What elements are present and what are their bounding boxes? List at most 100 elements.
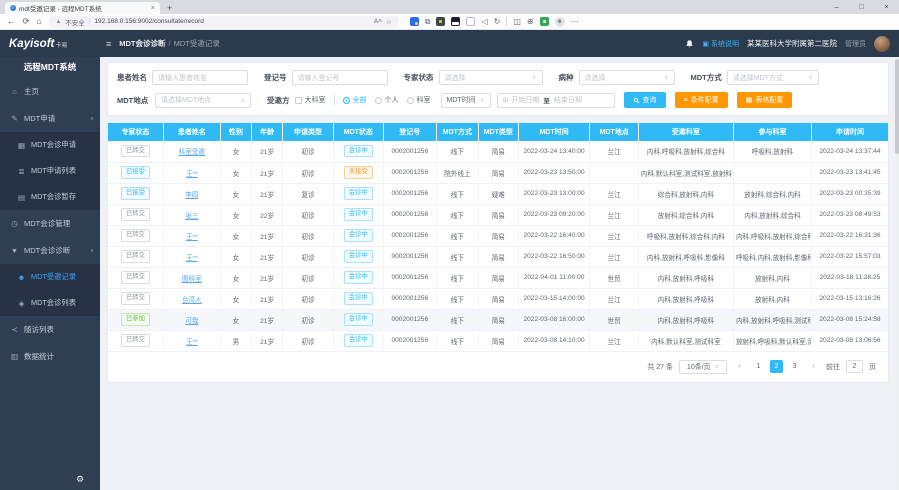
mdt-mode-select[interactable]: 请选择MDT方式∨ xyxy=(727,70,819,85)
dept-checkbox-label[interactable]: 大科室 xyxy=(305,95,326,105)
sidebar-item-mdt-apply-form[interactable]: ▦MDT会诊申请 xyxy=(0,132,100,158)
sidebar-item-mdt-invite-record[interactable]: ☻MDT受邀记录 xyxy=(0,264,100,290)
patient-name-link[interactable]: 科室受邀 xyxy=(179,149,205,156)
expert-status-select[interactable]: 请选择∨ xyxy=(439,70,543,85)
home-icon[interactable]: ⌂ xyxy=(37,17,42,26)
breadcrumb-parent[interactable]: MDT会诊诊断 xyxy=(119,39,165,48)
system-help-link[interactable]: ▣系统说明 xyxy=(702,39,739,49)
radio-department[interactable]: 科室 xyxy=(407,95,431,105)
back-icon[interactable]: ← xyxy=(7,17,16,26)
mdt-location-select[interactable]: 请选择MDT地点∨ xyxy=(155,93,251,108)
mdt-location-label: MDT地点 xyxy=(117,95,150,106)
user-role: 管理员 xyxy=(845,39,866,49)
page-button-2[interactable]: 2 xyxy=(770,360,783,373)
refresh-icon[interactable]: ⟳ xyxy=(23,17,30,26)
split-screen-icon[interactable]: ◫ xyxy=(513,18,521,26)
table-row: 已接受李四女21岁复诊会诊中0002001256线下疑难2022-03-23 1… xyxy=(108,183,888,204)
sidebar-item-mdt-manage[interactable]: ◷MDT会诊管理 xyxy=(0,210,100,237)
patient-name-link[interactable]: 图科室 xyxy=(182,276,202,283)
filter-panel: 患者姓名请输入患者姓名登记号请输入登记号专家状态请选择∨病种请选择∨MDT方式请… xyxy=(107,62,889,116)
sidebar-item-home[interactable]: ⌂主页 xyxy=(0,78,100,105)
sidebar-item-mdt-consult-list[interactable]: ◈MDT会诊列表 xyxy=(0,290,100,316)
page-button-3[interactable]: 3 xyxy=(788,360,801,373)
patient-name-link[interactable]: 王** xyxy=(186,339,198,346)
table-config-button[interactable]: ▦表格配置 xyxy=(737,92,793,108)
extension-icon[interactable] xyxy=(436,17,445,26)
collections-icon[interactable]: ↻ xyxy=(494,18,501,26)
scrollbar[interactable] xyxy=(894,57,899,490)
expert-status-badge: 已转交 xyxy=(121,334,150,346)
column-header: 申请类型 xyxy=(283,123,334,141)
page-button-1[interactable]: 1 xyxy=(752,360,765,373)
patient-name-link[interactable]: 王** xyxy=(186,234,198,241)
browser-menu-icon[interactable]: ⋯ xyxy=(571,18,579,26)
notification-bell-icon[interactable] xyxy=(685,39,694,49)
expert-status-badge: 已转交 xyxy=(121,250,150,262)
favorites-hub-icon[interactable]: ⊕ xyxy=(527,18,534,26)
sidebar-item-mdt-diagnosis[interactable]: ♥MDT会诊诊断∧ xyxy=(0,237,100,264)
patient-name-link[interactable]: 王** xyxy=(186,255,198,262)
expert-status-badge: 已转交 xyxy=(121,145,150,157)
patient-name-link[interactable]: 张三 xyxy=(185,213,198,220)
filter-row-2: MDT地点 请选择MDT地点∨ 受邀方 大科室 全部 个人 科室 MDT时间∨ … xyxy=(117,92,879,108)
date-range-picker[interactable]: ⊞ 开始日期 至 结束日期 xyxy=(497,93,615,108)
prev-page-button[interactable]: ‹ xyxy=(733,360,746,373)
patient-name-link[interactable]: 可我 xyxy=(185,318,198,325)
new-tab-button[interactable]: + xyxy=(167,2,172,14)
next-page-button[interactable]: › xyxy=(807,360,820,373)
user-avatar[interactable] xyxy=(874,36,890,52)
copy-extension-icon[interactable]: ⧉ xyxy=(425,18,431,26)
patient-name-input[interactable]: 请输入患者姓名 xyxy=(152,70,248,85)
disease-select[interactable]: 请选择∨ xyxy=(579,70,675,85)
window-maximize-button[interactable]: □ xyxy=(849,4,874,11)
scrollbar-thumb[interactable] xyxy=(895,59,899,154)
extension-icon[interactable] xyxy=(540,17,549,26)
expert-status-badge: 已转交 xyxy=(121,292,150,304)
sidebar-item-mdt-apply[interactable]: ✎MDT申请∧ xyxy=(0,105,100,132)
chevron-down-icon: ∨ xyxy=(805,74,812,81)
sidebar-item-follow-up-list[interactable]: ≺随访列表 xyxy=(0,316,100,343)
patient-name-link[interactable]: 王** xyxy=(186,171,198,178)
page-size-select[interactable]: 10条/页∨ xyxy=(679,360,727,374)
screen: mdt受邀记录 - 远程MDT系统 × + – □ × ← ⟳ ⌂ ▲ 不安全 … xyxy=(0,0,899,490)
user-icon: ☻ xyxy=(17,273,26,282)
mdt-status-badge: 未接受 xyxy=(344,166,373,178)
extension-icon[interactable] xyxy=(451,17,460,26)
expert-status-label: 专家状态 xyxy=(404,72,434,83)
sidebar-collapse-icon[interactable]: ≡ xyxy=(106,39,111,49)
browser-profile-icon[interactable]: ☻ xyxy=(555,17,565,27)
tab-close-icon[interactable]: × xyxy=(151,5,155,12)
favorite-star-icon[interactable]: ☆ xyxy=(386,18,392,26)
browser-tab[interactable]: mdt受邀记录 - 远程MDT系统 × xyxy=(5,2,160,14)
chart-icon: ▥ xyxy=(10,352,19,361)
sidebar-item-mdt-apply-draft[interactable]: ▤MDT会诊暂存 xyxy=(0,184,100,210)
condition-config-button[interactable]: ≡条件配置 xyxy=(675,92,728,108)
patient-name-link[interactable]: 李四 xyxy=(185,192,198,199)
tab-favicon-icon xyxy=(10,5,16,11)
read-aloud-icon[interactable]: A˄ xyxy=(374,18,382,25)
url-text[interactable]: 192.168.0.156:9002/consultate/record xyxy=(94,18,369,25)
table-row: 已转交张三女22岁初诊会诊中0002001256线下简易2022-03-23 0… xyxy=(108,204,888,225)
radio-all[interactable]: 全部 xyxy=(343,95,367,105)
search-button[interactable]: 查询 xyxy=(624,92,666,108)
mdt-status-badge: 会诊中 xyxy=(344,313,373,325)
window-minimize-button[interactable]: – xyxy=(824,4,849,11)
extension-icon[interactable] xyxy=(410,17,419,26)
share-icon: ≺ xyxy=(10,325,19,334)
total-count: 共 27 条 xyxy=(647,362,673,372)
radio-personal[interactable]: 个人 xyxy=(375,95,399,105)
address-bar[interactable]: ▲ 不安全 | 192.168.0.156:9002/consultate/re… xyxy=(49,16,399,28)
goto-page-input[interactable]: 2 xyxy=(846,360,863,373)
patient-name-link[interactable]: 台湾人 xyxy=(182,297,202,304)
window-close-button[interactable]: × xyxy=(874,4,899,11)
register-no-input[interactable]: 请输入登记号 xyxy=(292,70,388,85)
media-control-icon[interactable]: ◁ xyxy=(481,18,487,26)
dept-checkbox[interactable] xyxy=(295,97,302,104)
extension-icon[interactable] xyxy=(466,17,475,26)
sidebar-item-mdt-apply-list[interactable]: ≣MDT申请列表 xyxy=(0,158,100,184)
sidebar-item-data-stats[interactable]: ▥数据统计 xyxy=(0,343,100,370)
time-type-select[interactable]: MDT时间∨ xyxy=(441,93,491,108)
table-body: 已转交科室受邀女21岁初诊会诊中0002001256线下简易2022-03-24… xyxy=(108,141,888,351)
settings-gear-icon[interactable]: ⚙ xyxy=(76,474,84,485)
security-label[interactable]: 不安全 xyxy=(65,17,85,27)
